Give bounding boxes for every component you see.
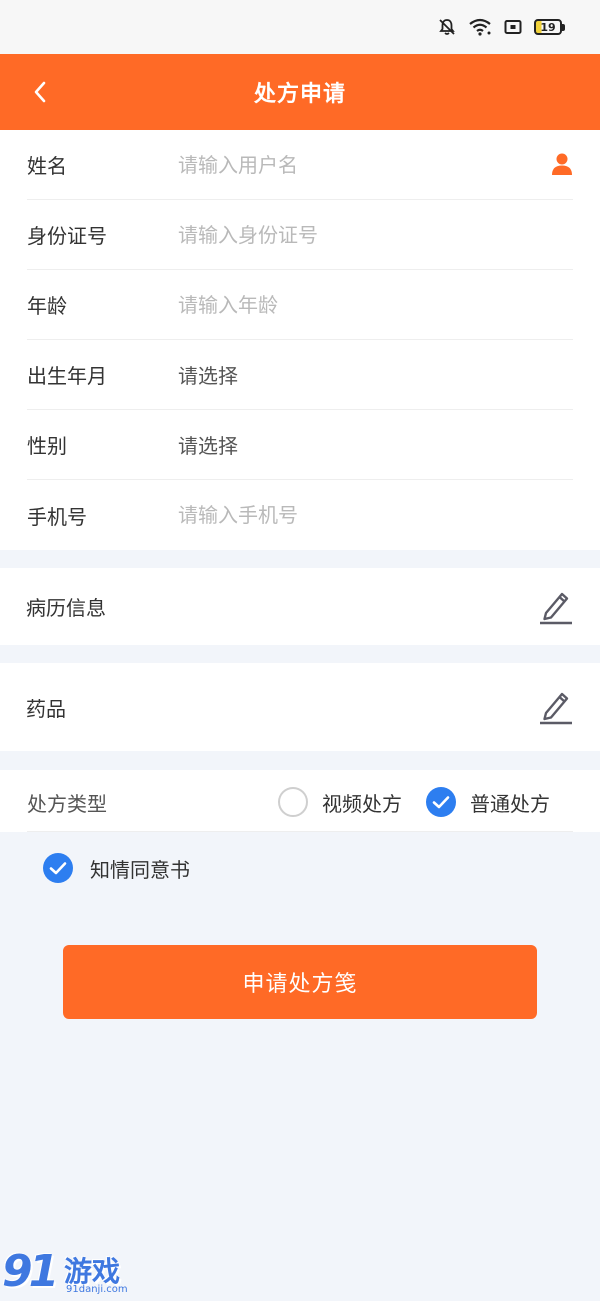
medicine-label: 药品 — [26, 696, 66, 721]
gender-select[interactable]: 请选择 — [178, 430, 573, 459]
edit-icon[interactable] — [539, 589, 573, 625]
medicine-card[interactable]: 药品 — [0, 663, 600, 751]
id-number-label: 身份证号 — [27, 224, 107, 248]
gender-label: 性别 — [27, 434, 67, 458]
status-bar: 19 — [0, 0, 600, 54]
consent-checkbox[interactable]: 知情同意书 — [43, 853, 190, 883]
phone-label: 手机号 — [27, 504, 87, 529]
consent-label: 知情同意书 — [90, 857, 190, 882]
patient-info-form: 姓名 身份证号 年龄 出生年月 请选择 性别 请选择 手机号 — [0, 130, 600, 550]
name-label: 姓名 — [27, 154, 67, 178]
watermark-number: 91 — [2, 1246, 59, 1297]
edit-icon[interactable] — [539, 689, 573, 725]
prescription-type-label: 处方类型 — [27, 792, 107, 816]
form-row-gender: 性别 请选择 — [27, 410, 573, 480]
phone-input[interactable] — [178, 495, 573, 535]
medical-record-card[interactable]: 病历信息 — [0, 568, 600, 645]
radio-normal-label: 普通处方 — [470, 791, 550, 816]
age-input[interactable] — [178, 284, 573, 325]
radio-normal-prescription[interactable]: 普通处方 — [426, 787, 550, 817]
birth-select[interactable]: 请选择 — [178, 360, 573, 389]
radio-unchecked-icon — [278, 787, 308, 817]
form-row-phone: 手机号 — [27, 480, 573, 550]
age-label: 年龄 — [27, 294, 67, 318]
app-header: 处方申请 — [0, 54, 600, 130]
prescription-type-row: 处方类型 视频处方 普通处方 — [0, 770, 600, 832]
form-row-birth: 出生年月 请选择 — [27, 340, 573, 410]
check-icon — [43, 853, 73, 883]
medical-record-label: 病历信息 — [26, 596, 106, 620]
battery-icon: 19 — [534, 19, 565, 35]
apply-prescription-button[interactable]: 申请处方笺 — [63, 945, 537, 1019]
id-number-input[interactable] — [178, 214, 573, 255]
battery-level: 19 — [540, 20, 556, 34]
watermark-url: 91danji.com — [66, 1284, 128, 1295]
check-icon — [426, 787, 456, 817]
page-title: 处方申请 — [253, 82, 346, 107]
watermark-logo: 91 游戏 91danji.com — [2, 1244, 138, 1300]
name-input[interactable] — [178, 144, 573, 185]
radio-video-label: 视频处方 — [322, 791, 402, 816]
cast-icon — [504, 19, 522, 35]
divider — [27, 831, 573, 832]
form-row-name: 姓名 — [27, 130, 573, 200]
back-button[interactable] — [26, 78, 54, 106]
form-row-age: 年龄 — [27, 270, 573, 340]
user-icon[interactable] — [551, 152, 573, 176]
bell-off-icon — [438, 18, 456, 36]
wifi-icon — [468, 18, 492, 36]
form-row-id-number: 身份证号 — [27, 200, 573, 270]
radio-video-prescription[interactable]: 视频处方 — [278, 787, 402, 817]
chevron-left-icon — [34, 81, 46, 103]
birth-label: 出生年月 — [27, 364, 107, 388]
